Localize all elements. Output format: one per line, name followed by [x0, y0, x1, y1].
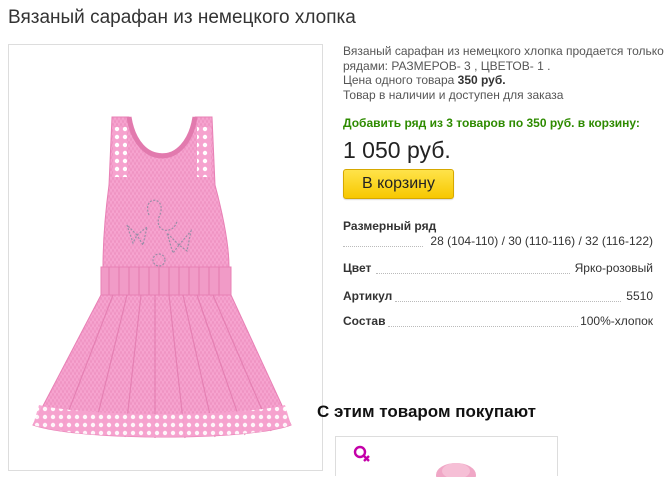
spec-size-row-label: Размерный ряд — [343, 219, 437, 233]
spec-size-row-value: 28 (104-110) / 30 (110-116) / 32 (116-12… — [430, 234, 653, 248]
spec-color-value: Ярко-розовый — [574, 261, 653, 275]
related-products-title: С этим товаром покупают — [317, 402, 537, 421]
spec-divider — [376, 273, 570, 274]
spec-color-label: Цвет — [343, 261, 372, 275]
page-title: Вязаный сарафан из немецкого хлопка — [8, 7, 356, 28]
spec-divider — [388, 326, 578, 327]
related-product-thumbnail — [434, 457, 478, 477]
gender-female-icon — [353, 445, 371, 470]
spec-divider — [343, 246, 423, 247]
availability-text: Товар в наличии и доступен для заказа — [343, 87, 564, 102]
spec-article-label: Артикул — [343, 289, 393, 303]
spec-composition-value: 100%-хлопок — [580, 314, 653, 328]
related-product-card[interactable] — [335, 436, 558, 477]
spec-composition-label: Состав — [343, 314, 386, 328]
dress-image — [32, 116, 292, 439]
total-price: 1 050 руб. — [343, 137, 451, 163]
product-description: Вязаный сарафан из немецкого хлопка прод… — [343, 44, 669, 102]
unit-price: 350 руб. — [457, 73, 506, 87]
product-photo[interactable] — [8, 44, 323, 471]
spec-divider — [395, 301, 621, 302]
spec-article-value: 5510 — [626, 289, 653, 303]
description-line-1: Вязаный сарафан из немецкого хлопка прод… — [343, 44, 664, 58]
offer-text: Добавить ряд из 3 товаров по 350 руб. в … — [343, 116, 640, 130]
description-line-2: рядами: РАЗМЕРОВ- 3 , ЦВЕТОВ- 1 . — [343, 58, 551, 73]
add-to-cart-button[interactable]: В корзину — [343, 169, 454, 199]
unit-price-label: Цена одного товара — [343, 73, 458, 87]
